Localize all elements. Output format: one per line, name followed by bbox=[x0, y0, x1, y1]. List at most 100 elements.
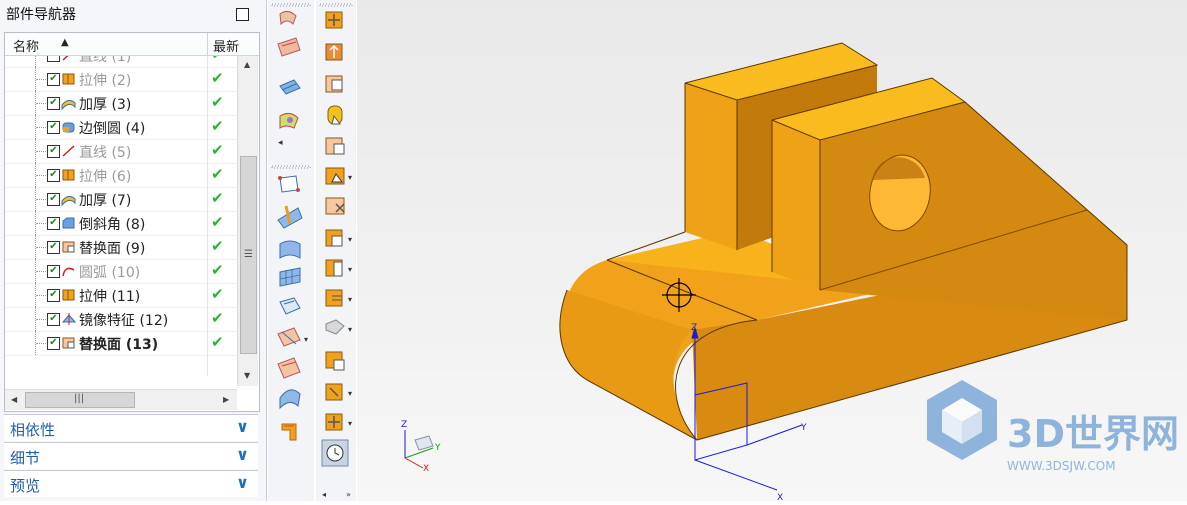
svg-text:▾: ▾ bbox=[348, 173, 352, 182]
chevron-down-icon[interactable]: ∨ bbox=[236, 445, 249, 464]
section-details[interactable]: 细节 ∨ bbox=[4, 442, 258, 469]
tree-row[interactable]: ✔ 加厚 (3) ✔ bbox=[5, 91, 237, 116]
svg-text:▾: ▾ bbox=[348, 419, 352, 428]
up-to-date-check-icon: ✔ bbox=[211, 237, 224, 255]
tree-row[interactable]: ✔ 加厚 (7) ✔ bbox=[5, 187, 237, 212]
clock-icon bbox=[321, 439, 349, 467]
section-title: 预览 bbox=[10, 477, 41, 495]
maximize-icon[interactable] bbox=[236, 8, 249, 21]
visibility-checkbox[interactable]: ✔ bbox=[47, 73, 60, 86]
replace-face-icon bbox=[61, 336, 76, 350]
toolbar-surface: ◂ ▾ bbox=[268, 0, 314, 501]
tree-row[interactable]: ✔ 倒斜角 (8) ✔ bbox=[5, 211, 237, 236]
tree-row[interactable]: ✔ 边倒圆 (4) ✔ bbox=[5, 115, 237, 140]
up-to-date-check-icon: ✔ bbox=[211, 309, 224, 327]
feature-label: 加厚 (7) bbox=[79, 193, 132, 209]
offset-region-icon bbox=[325, 75, 343, 93]
feature-label: 直线 (1) bbox=[79, 56, 132, 65]
delete-face-icon bbox=[325, 167, 345, 185]
navigator-title: 部件导航器 bbox=[6, 7, 76, 23]
column-header-name[interactable]: 名称 bbox=[13, 36, 39, 55]
triad-x-label: X bbox=[423, 464, 429, 474]
tree-row[interactable]: ✔ 替换面 (13) ✔ bbox=[5, 331, 237, 356]
visibility-checkbox[interactable]: ✔ bbox=[47, 217, 60, 230]
visibility-checkbox[interactable]: ✔ bbox=[47, 97, 60, 110]
visibility-checkbox[interactable]: ✔ bbox=[47, 241, 60, 254]
section-surface-icon bbox=[281, 423, 297, 441]
scroll-thumb-horizontal[interactable]: ||| bbox=[25, 392, 135, 408]
visibility-checkbox[interactable]: ✔ bbox=[47, 121, 60, 134]
pull-face-icon bbox=[325, 43, 343, 61]
section-dependencies[interactable]: 相依性 ∨ bbox=[4, 414, 258, 441]
scroll-thumb[interactable]: ☰ bbox=[240, 156, 257, 354]
section-preview[interactable]: 预览 ∨ bbox=[4, 470, 258, 497]
watermark-url: WWW.3DSJW.COM bbox=[1007, 459, 1116, 473]
tree-row[interactable]: ✔ 拉伸 (6) ✔ bbox=[5, 163, 237, 188]
chevron-down-icon[interactable]: ∨ bbox=[236, 417, 249, 436]
edge-blend-icon bbox=[61, 120, 76, 134]
sketch-rectangle-icon bbox=[278, 175, 300, 193]
tree-row[interactable]: ✔ 直线 (5) ✔ bbox=[5, 139, 237, 164]
feature-label: 倒斜角 (8) bbox=[79, 217, 146, 233]
thicken-icon bbox=[61, 96, 76, 111]
section-title: 相依性 bbox=[10, 421, 56, 439]
chevron-down-icon[interactable]: ∨ bbox=[236, 473, 249, 492]
feature-label: 圆弧 (10) bbox=[79, 265, 141, 281]
model-view[interactable]: Z Y X Z Y X 3D世界网 WWW.3DSJW.COM bbox=[357, 0, 1187, 503]
svg-text:◂: ◂ bbox=[322, 490, 326, 499]
feature-label: 边倒圆 (4) bbox=[79, 121, 146, 137]
linear-dimension-icon bbox=[325, 413, 343, 431]
tree-row[interactable]: ✔ 镜像特征 (12) ✔ bbox=[5, 307, 237, 332]
pattern-face-icon bbox=[325, 351, 345, 371]
column-header-latest[interactable]: 最新 bbox=[213, 36, 239, 55]
scroll-right-arrow-icon[interactable]: ▶ bbox=[223, 395, 229, 404]
feature-label: 替换面 (13) bbox=[79, 337, 159, 353]
svg-text:◂: ◂ bbox=[278, 138, 283, 148]
visibility-checkbox[interactable]: ✔ bbox=[47, 289, 60, 302]
tree-header: 名称 ▲ 最新 bbox=[5, 33, 259, 56]
visibility-checkbox[interactable]: ✔ bbox=[47, 56, 60, 62]
triad-z-label: Z bbox=[401, 420, 407, 430]
visibility-checkbox[interactable]: ✔ bbox=[47, 337, 60, 350]
section-title: 细节 bbox=[10, 449, 41, 467]
svg-text:▾: ▾ bbox=[348, 295, 352, 304]
csys-z-label: Z bbox=[691, 323, 697, 333]
csys-y-label: Y bbox=[800, 423, 807, 433]
tree-row[interactable]: ✔ 替换面 (9) ✔ bbox=[5, 235, 237, 260]
feature-label: 拉伸 (6) bbox=[79, 169, 132, 185]
trim-sheet-icon bbox=[277, 327, 301, 347]
triad-y-label: Y bbox=[434, 443, 441, 453]
up-to-date-check-icon: ✔ bbox=[211, 141, 224, 159]
offset-surface-icon bbox=[279, 297, 301, 315]
right-block-front bbox=[772, 120, 820, 290]
visibility-checkbox[interactable]: ✔ bbox=[47, 265, 60, 278]
up-to-date-check-icon: ✔ bbox=[211, 261, 224, 279]
extend-sheet-icon bbox=[277, 357, 301, 379]
resize-blend-icon bbox=[327, 105, 343, 125]
visibility-checkbox[interactable]: ✔ bbox=[47, 313, 60, 326]
delete-face-x-icon bbox=[325, 197, 345, 215]
up-to-date-check-icon: ✔ bbox=[211, 69, 224, 87]
up-to-date-check-icon: ✔ bbox=[211, 213, 224, 231]
bridge-surface-icon bbox=[279, 389, 301, 410]
right-block-side bbox=[820, 102, 1127, 320]
cut-face-icon bbox=[325, 259, 343, 277]
tree-row[interactable]: ✔ 拉伸 (2) ✔ bbox=[5, 67, 237, 92]
horizontal-scrollbar[interactable]: ◀ ||| ▶ bbox=[5, 389, 237, 410]
scroll-left-arrow-icon[interactable]: ◀ bbox=[11, 395, 17, 404]
visibility-checkbox[interactable]: ✔ bbox=[47, 169, 60, 182]
vertical-scrollbar[interactable]: ▲ ☰ ▼ bbox=[237, 56, 258, 386]
sort-ascending-icon[interactable]: ▲ bbox=[61, 37, 69, 48]
scroll-up-arrow-icon[interactable]: ▲ bbox=[244, 60, 250, 69]
extrude-icon bbox=[61, 288, 76, 302]
watermark-logo-icon bbox=[927, 380, 997, 460]
svg-text:▾: ▾ bbox=[348, 235, 352, 244]
graphics-window[interactable]: Z Y X Z Y X 3D世界网 WWW.3DSJW.COM bbox=[357, 0, 1187, 503]
visibility-checkbox[interactable]: ✔ bbox=[47, 193, 60, 206]
visibility-checkbox[interactable]: ✔ bbox=[47, 145, 60, 158]
scroll-down-arrow-icon[interactable]: ▼ bbox=[244, 371, 250, 380]
tree-row[interactable]: ✔ 圆弧 (10) ✔ bbox=[5, 259, 237, 284]
svg-text:▾: ▾ bbox=[348, 389, 352, 398]
tree-row[interactable]: ✔ 拉伸 (11) ✔ bbox=[5, 283, 237, 308]
feature-label: 替换面 (9) bbox=[79, 241, 146, 257]
